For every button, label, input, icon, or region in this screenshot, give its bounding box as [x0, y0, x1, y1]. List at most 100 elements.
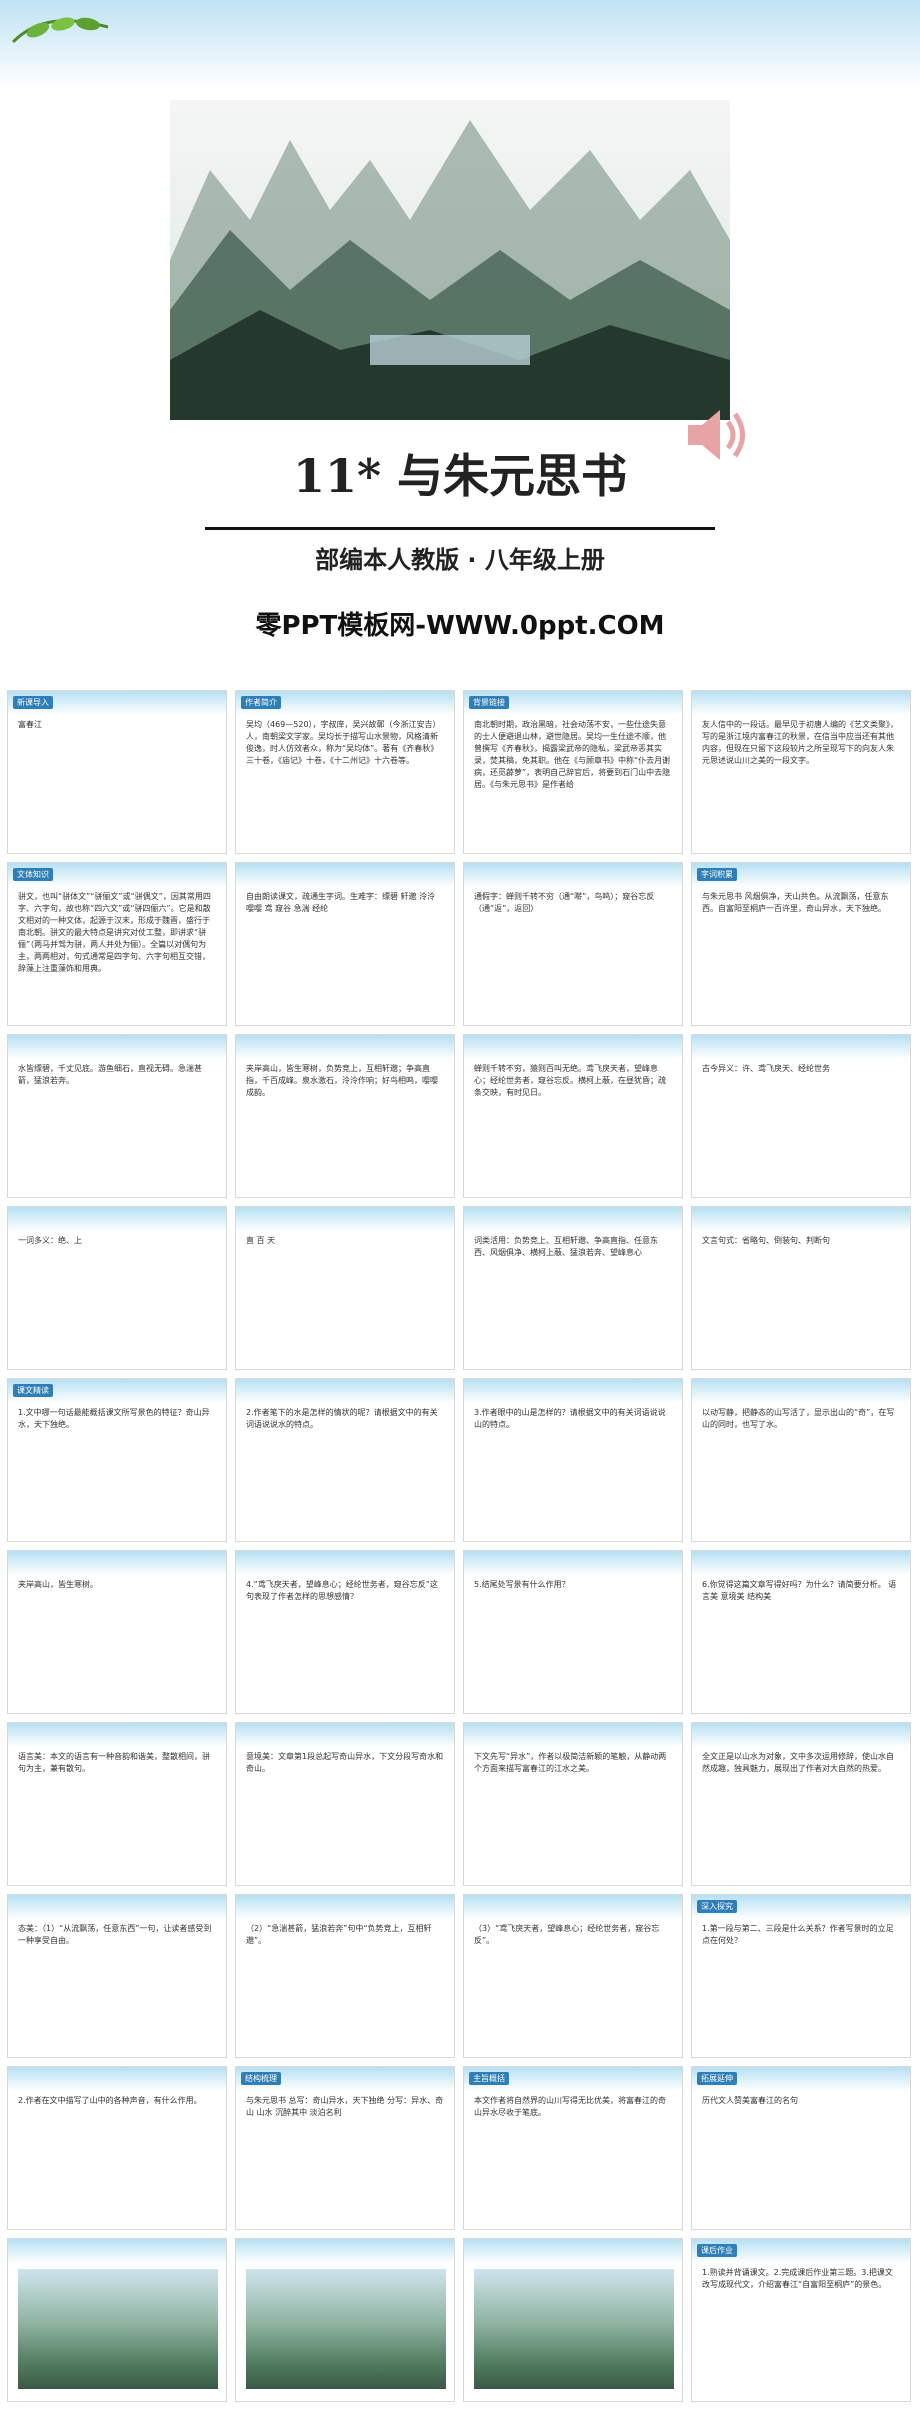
slide-thumbnail[interactable]: 一词多义：绝、上 — [7, 1206, 227, 1370]
slide-thumbnail[interactable]: 新课导入 富春江 — [7, 690, 227, 854]
slide-thumbnail[interactable]: 直 百 天 — [235, 1206, 455, 1370]
slide-header-band — [464, 1895, 682, 1919]
slide-thumbnail[interactable]: 全文正是以山水为对象，文中多次运用修辞，使山水自然成趣，独具魅力，展现出了作者对… — [691, 1722, 911, 1886]
slide-body-text: 通假字：蝉则千转不穷（通“啭”，鸟鸣）；窥谷忘反（通“返”，返回） — [474, 892, 655, 913]
slide-thumbnail[interactable]: 2.作者笔下的水是怎样的情状的呢？请根据文中的有关词语说说水的特点。 — [235, 1378, 455, 1542]
slide-header-band — [8, 1035, 226, 1059]
slide-body-text: 富春江 — [18, 720, 42, 729]
slide-thumbnail[interactable]: 水皆缥碧，千丈见底。游鱼细石，直视无碍。急湍甚箭，猛浪若奔。 — [7, 1034, 227, 1198]
slide-header-band — [236, 863, 454, 887]
slide-header-band — [236, 1895, 454, 1919]
landscape-painting — [170, 100, 730, 420]
slide-body-text: 6.你觉得这篇文章写得好吗？为什么？请简要分析。 语言美 意境美 结构美 — [702, 1580, 897, 1601]
slide-thumbnail[interactable]: （3）“鸢飞戾天者，望峰息心；经纶世务者，窥谷忘反”。 — [463, 1894, 683, 2058]
slide-body-text: 夹岸高山，皆生寒树。 — [18, 1580, 98, 1589]
slide-tag: 课文精读 — [13, 1384, 53, 1397]
slide-thumbnail[interactable]: 课后作业 1.熟读并背诵课文。2.完成课后作业第三题。3.把课文改写成现代文，介绍… — [691, 2238, 911, 2402]
slide-header-band — [8, 2239, 226, 2263]
slide-thumbnail[interactable]: 语言美：本文的语言有一种音韵和谐美，整散相间，骈句为主，兼有散句。 — [7, 1722, 227, 1886]
slide-header-band — [8, 1207, 226, 1231]
sky-band — [0, 0, 920, 90]
cover-slide: 11* 与朱元思书 部编本人教版 · 八年级上册 零PPT模板网-WWW.0pp… — [0, 0, 920, 680]
slide-thumbnail[interactable]: 古今异义：许、鸢飞戾天、经纶世务 — [691, 1034, 911, 1198]
slide-body-text: 直 百 天 — [246, 1236, 276, 1245]
slide-tag: 文体知识 — [13, 868, 53, 881]
slide-thumbnail[interactable]: 夹岸高山，皆生寒树，负势竞上，互相轩邈；争高直指，千百成峰。泉水激石，泠泠作响；… — [235, 1034, 455, 1198]
slide-thumbnail[interactable]: 主旨概括 本文作者将自然界的山川写得无比优美，将富春江的奇山异水尽收于笔底。 — [463, 2066, 683, 2230]
slide-body-text: 水皆缥碧，千丈见底。游鱼细石，直视无碍。急湍甚箭，猛浪若奔。 — [18, 1064, 202, 1085]
slide-thumbnail[interactable]: 课文精读 1.文中哪一句话最能概括课文所写景色的特征？奇山异水，天下独绝。 — [7, 1378, 227, 1542]
slide-thumbnail[interactable] — [7, 2238, 227, 2402]
slide-body-text: 1.第一段与第二、三段是什么关系？作者写景时的立足点在何处？ — [702, 1924, 894, 1945]
slide-body-text: 1.文中哪一句话最能概括课文所写景色的特征？奇山异水，天下独绝。 — [18, 1408, 210, 1429]
slide-body-text: 全文正是以山水为对象，文中多次运用修辞，使山水自然成趣，独具魅力，展现出了作者对… — [702, 1752, 894, 1773]
slide-body-text: 一词多义：绝、上 — [18, 1236, 82, 1245]
slide-header-band — [692, 1551, 910, 1575]
slide-tag: 背景链接 — [469, 696, 509, 709]
slide-thumbnail[interactable]: 深入探究 1.第一段与第二、三段是什么关系？作者写景时的立足点在何处？ — [691, 1894, 911, 2058]
slide-thumbnail[interactable]: 夹岸高山，皆生寒树。 — [7, 1550, 227, 1714]
slide-thumbnail[interactable]: 自由朗读课文，疏通生字词。生难字：缥碧 轩邈 泠泠 嘤嘤 鸢 窥谷 急湍 经纶 — [235, 862, 455, 1026]
slide-thumbnail[interactable]: 意境美：文章第1段总起写奇山异水，下文分段写奇水和奇山。 — [235, 1722, 455, 1886]
slide-header-band — [692, 1379, 910, 1403]
slide-body-text: 夹岸高山，皆生寒树，负势竞上，互相轩邈；争高直指，千百成峰。泉水激石，泠泠作响；… — [246, 1064, 438, 1097]
slide-body-text: 南北朝时期，政治黑暗，社会动荡不安，一些仕途失意的士人便避退山林，避世隐居。吴均… — [474, 720, 671, 789]
slide-thumbnail[interactable]: 拓展延伸历代文人赞美富春江的名句 — [691, 2066, 911, 2230]
slide-thumbnail[interactable]: 文言句式：省略句、倒装句、判断句 — [691, 1206, 911, 1370]
slide-header-band — [464, 1723, 682, 1747]
slide-thumbnail[interactable]: 蝉则千转不穷，猿则百叫无绝。鸢飞戾天者，望峰息心；经纶世务者，窥谷忘反。横柯上蔽… — [463, 1034, 683, 1198]
slide-tag: 字词积累 — [697, 868, 737, 881]
slide-header-band — [236, 1551, 454, 1575]
slide-thumbnail[interactable] — [235, 2238, 455, 2402]
slide-body-text: 古今异义：许、鸢飞戾天、经纶世务 — [702, 1064, 830, 1073]
slide-landscape-image — [246, 2269, 446, 2389]
slide-thumbnail[interactable]: 2.作者在文中描写了山中的各种声音，有什么作用。 — [7, 2066, 227, 2230]
slide-thumbnail[interactable]: 6.你觉得这篇文章写得好吗？为什么？请简要分析。 语言美 意境美 结构美 — [691, 1550, 911, 1714]
slide-tag: 拓展延伸 — [697, 2072, 737, 2085]
slide-thumbnail[interactable]: 4.“鸢飞戾天者，望峰息心；经纶世务者，窥谷忘反”这句表现了作者怎样的思想感情？ — [235, 1550, 455, 1714]
slide-body-text: 词类活用：负势竞上、互相轩邈、争高直指、任意东西、风烟俱净、横柯上蔽、猛浪若奔、… — [474, 1236, 658, 1257]
slide-header-band — [8, 1895, 226, 1919]
slide-thumbnail[interactable]: 以动写静，把静态的山写活了，显示出山的“奇”，在写山的同时，也写了水。 — [691, 1378, 911, 1542]
slide-thumbnail[interactable]: 态美：（1）“从流飘荡，任意东西”一句，让读者感受到一种享受自由。 — [7, 1894, 227, 2058]
slide-thumbnail[interactable]: 结构梳理与朱元思书 总写：奇山异水，天下独绝 分写：异水、奇山 山水 沉醉其中 … — [235, 2066, 455, 2230]
slide-thumbnail[interactable]: 5.结尾处写景有什么作用？ — [463, 1550, 683, 1714]
slide-thumbnail[interactable]: 下文先写“异水”，作者以极简洁新颖的笔触，从静动两个方面来描写富春江的江水之美。 — [463, 1722, 683, 1886]
title-divider — [205, 527, 715, 530]
leaf-icon — [11, 17, 109, 44]
slide-body-text: 3.作者眼中的山是怎样的？请根据文中的有关词语说说山的特点。 — [474, 1408, 666, 1429]
slide-tag: 结构梳理 — [241, 2072, 281, 2085]
slide-header-band — [236, 1379, 454, 1403]
slide-header-band — [464, 1551, 682, 1575]
slide-body-text: 自由朗读课文，疏通生字词。生难字：缥碧 轩邈 泠泠 嘤嘤 鸢 窥谷 急湍 经纶 — [246, 892, 436, 913]
slide-thumbnail[interactable]: （2）“急湍甚箭，猛浪若奔”句中“负势竞上，互相轩邈”。 — [235, 1894, 455, 2058]
slide-header-band — [692, 1207, 910, 1231]
slide-body-text: 态美：（1）“从流飘荡，任意东西”一句，让读者感受到一种享受自由。 — [18, 1924, 212, 1945]
slide-body-text: 语言美：本文的语言有一种音韵和谐美，整散相间，骈句为主，兼有散句。 — [18, 1752, 210, 1773]
slide-body-text: 5.结尾处写景有什么作用？ — [474, 1580, 570, 1589]
slide-body-text: 1.熟读并背诵课文。2.完成课后作业第三题。3.把课文改写成现代文，介绍富春江“… — [702, 2268, 893, 2289]
slide-tag: 新课导入 — [13, 696, 53, 709]
slide-thumbnail[interactable]: 文体知识骈文，也叫“骈体文”“骈俪文”或“骈偶文”，因其常用四字、六字句，故也称… — [7, 862, 227, 1026]
slide-thumbnail[interactable]: 背景链接南北朝时期，政治黑暗，社会动荡不安，一些仕途失意的士人便避退山林，避世隐… — [463, 690, 683, 854]
slide-thumbnail[interactable]: 通假字：蝉则千转不穷（通“啭”，鸟鸣）；窥谷忘反（通“返”，返回） — [463, 862, 683, 1026]
slide-thumbnail[interactable]: 作者简介 吴均（469—520），字叔庠，吴兴故鄣（今浙江安吉）人，南朝梁文学家。… — [235, 690, 455, 854]
slide-header-band — [236, 1207, 454, 1231]
slide-body-text: 骈文，也叫“骈体文”“骈俪文”或“骈偶文”，因其常用四字、六字句，故也称“四六文… — [18, 892, 211, 973]
slide-body-text: 历代文人赞美富春江的名句 — [702, 2096, 798, 2105]
slide-body-text: 意境美：文章第1段总起写奇山异水，下文分段写奇水和奇山。 — [246, 1752, 444, 1773]
slide-body-text: 与朱元思书 总写：奇山异水，天下独绝 分写：异水、奇山 山水 沉醉其中 淡泊名利 — [246, 2096, 444, 2117]
slide-thumbnail[interactable]: 友人信中的一段话。最早见于初唐人编的《艺文类聚》，写的是浙江境内富春江的秋景，在… — [691, 690, 911, 854]
slide-body-text: 2.作者笔下的水是怎样的情状的呢？请根据文中的有关词语说说水的特点。 — [246, 1408, 438, 1429]
site-caption: 零PPT模板网-WWW.0ppt.COM — [255, 611, 665, 641]
slide-thumbnail[interactable] — [463, 2238, 683, 2402]
slide-body-text: 下文先写“异水”，作者以极简洁新颖的笔触，从静动两个方面来描写富春江的江水之美。 — [474, 1752, 667, 1773]
slide-thumbnail[interactable]: 字词积累 与朱元思书 风烟俱净，天山共色。从流飘荡，任意东西。自富阳至桐庐一百许里… — [691, 862, 911, 1026]
slide-header-band — [8, 1551, 226, 1575]
slide-body-text: 文言句式：省略句、倒装句、判断句 — [702, 1236, 830, 1245]
slide-thumbnail[interactable]: 词类活用：负势竞上、互相轩邈、争高直指、任意东西、风烟俱净、横柯上蔽、猛浪若奔、… — [463, 1206, 683, 1370]
slide-thumbnail[interactable]: 3.作者眼中的山是怎样的？请根据文中的有关词语说说山的特点。 — [463, 1378, 683, 1542]
page-title: 11* 与朱元思书 — [292, 449, 628, 503]
slide-body-text: 本文作者将自然界的山川写得无比优美，将富春江的奇山异水尽收于笔底。 — [474, 2096, 666, 2117]
slide-header-band — [692, 691, 910, 715]
